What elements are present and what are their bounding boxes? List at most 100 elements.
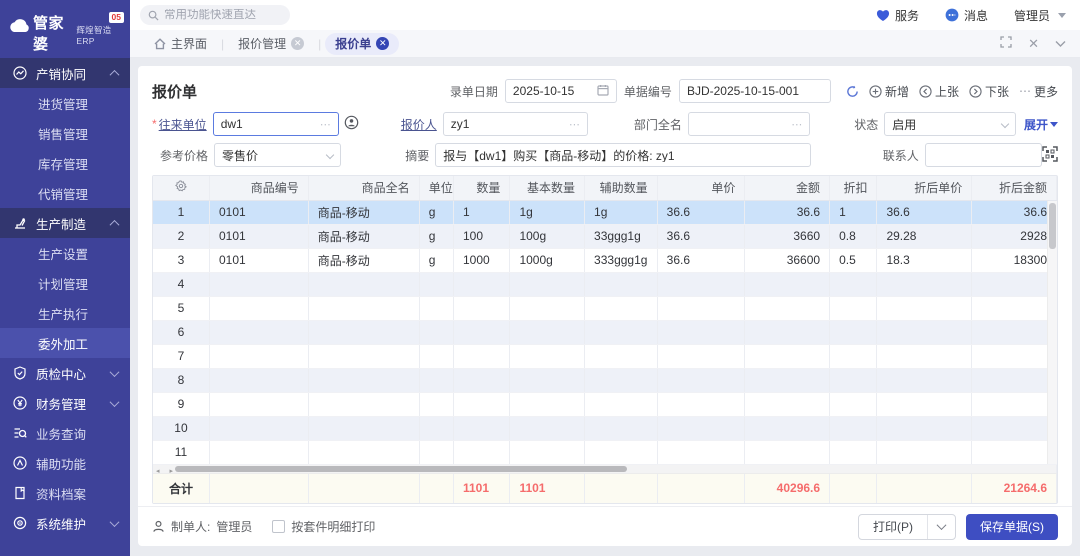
ellipsis-icon[interactable]: ⋯	[569, 118, 580, 131]
sidebar-item-计划管理[interactable]: 计划管理	[0, 268, 130, 298]
scrollbar-thumb[interactable]	[1049, 203, 1056, 249]
table-cell[interactable]: 1	[453, 200, 509, 224]
table-cell[interactable]: 2928	[972, 224, 1057, 248]
ellipsis-icon[interactable]: ⋯	[791, 118, 802, 131]
horizontal-scrollbar[interactable]: ◂ ▸	[153, 464, 1057, 473]
table-cell[interactable]	[453, 368, 509, 392]
table-cell[interactable]	[453, 272, 509, 296]
qr-scan-icon[interactable]	[1042, 146, 1058, 165]
table-cell[interactable]	[308, 296, 419, 320]
row-number[interactable]: 10	[153, 416, 209, 440]
table-row[interactable]: 30101商品-移动g10001000g333ggg1g36.6366000.5…	[153, 248, 1057, 272]
table-row[interactable]: 5	[153, 296, 1057, 320]
row-number[interactable]: 7	[153, 344, 209, 368]
next-button[interactable]: 下张	[969, 83, 1009, 100]
table-row[interactable]: 10101商品-移动g11g1g36.636.6136.636.6	[153, 200, 1057, 224]
row-number[interactable]: 3	[153, 248, 209, 272]
table-row[interactable]: 20101商品-移动g100100g33ggg1g36.636600.829.2…	[153, 224, 1057, 248]
table-cell[interactable]: 0.8	[830, 224, 877, 248]
table-cell[interactable]	[453, 296, 509, 320]
sidebar-item-业务查询[interactable]: 业务查询	[0, 418, 130, 448]
quick-search-input[interactable]	[164, 9, 274, 21]
table-cell[interactable]: 29.28	[877, 224, 972, 248]
docno-input[interactable]	[679, 79, 831, 103]
table-cell[interactable]	[972, 272, 1057, 296]
table-cell[interactable]: 18300	[972, 248, 1057, 272]
table-cell[interactable]	[419, 320, 453, 344]
table-cell[interactable]	[877, 416, 972, 440]
sidebar-item-代销管理[interactable]: 代销管理	[0, 178, 130, 208]
table-cell[interactable]	[830, 296, 877, 320]
refprice-select[interactable]: 零售价	[214, 143, 341, 167]
table-cell[interactable]	[209, 296, 308, 320]
table-cell[interactable]	[308, 320, 419, 344]
row-number[interactable]: 9	[153, 392, 209, 416]
table-cell[interactable]	[510, 368, 585, 392]
row-number[interactable]: 4	[153, 272, 209, 296]
sidebar-item-产销协同[interactable]: 产销协同	[0, 58, 130, 88]
table-cell[interactable]	[419, 440, 453, 464]
table-cell[interactable]	[419, 416, 453, 440]
table-cell[interactable]: 1g	[585, 200, 658, 224]
status-select[interactable]: 启用	[884, 112, 1016, 136]
table-cell[interactable]	[877, 320, 972, 344]
table-cell[interactable]	[510, 320, 585, 344]
tab-home[interactable]: 主界面	[144, 33, 217, 55]
quick-search[interactable]	[140, 5, 290, 25]
table-cell[interactable]	[745, 344, 830, 368]
calendar-icon[interactable]	[597, 84, 609, 99]
table-cell[interactable]	[745, 320, 830, 344]
sidebar-item-质检中心[interactable]: 质检中心	[0, 358, 130, 388]
partner-label[interactable]: 往来单位	[159, 116, 207, 133]
table-cell[interactable]	[972, 440, 1057, 464]
grid-settings-header[interactable]	[153, 176, 209, 200]
table-cell[interactable]	[830, 368, 877, 392]
table-cell[interactable]	[877, 368, 972, 392]
sidebar-item-进货管理[interactable]: 进货管理	[0, 88, 130, 118]
table-cell[interactable]	[877, 344, 972, 368]
tab-quotation-management[interactable]: 报价管理 ✕	[228, 33, 314, 55]
save-button[interactable]: 保存单据(S)	[966, 514, 1058, 540]
table-row[interactable]: 6	[153, 320, 1057, 344]
table-cell[interactable]	[585, 272, 658, 296]
vertical-scrollbar[interactable]	[1047, 201, 1057, 464]
table-cell[interactable]	[830, 320, 877, 344]
service-menu[interactable]: 服务	[876, 7, 919, 24]
table-cell[interactable]	[972, 344, 1057, 368]
row-number[interactable]: 8	[153, 368, 209, 392]
table-cell[interactable]	[510, 344, 585, 368]
table-cell[interactable]	[745, 296, 830, 320]
sidebar-item-销售管理[interactable]: 销售管理	[0, 118, 130, 148]
print-button[interactable]: 打印(P)	[859, 515, 927, 539]
table-cell[interactable]	[745, 440, 830, 464]
sidebar-item-生产制造[interactable]: 生产制造	[0, 208, 130, 238]
table-cell[interactable]	[585, 320, 658, 344]
table-cell[interactable]	[453, 344, 509, 368]
table-row[interactable]: 9	[153, 392, 1057, 416]
table-cell[interactable]	[972, 296, 1057, 320]
table-row[interactable]: 11	[153, 440, 1057, 464]
table-cell[interactable]: 0101	[209, 224, 308, 248]
expand-toggle[interactable]: 展开	[1024, 116, 1058, 133]
table-cell[interactable]	[972, 392, 1057, 416]
ellipsis-icon[interactable]: ⋯	[320, 118, 331, 131]
prev-button[interactable]: 上张	[919, 83, 959, 100]
table-cell[interactable]	[419, 344, 453, 368]
table-cell[interactable]	[585, 440, 658, 464]
table-cell[interactable]	[657, 320, 745, 344]
table-cell[interactable]	[972, 416, 1057, 440]
table-cell[interactable]	[657, 440, 745, 464]
table-cell[interactable]	[585, 368, 658, 392]
table-cell[interactable]: 1	[830, 200, 877, 224]
sidebar-item-生产执行[interactable]: 生产执行	[0, 298, 130, 328]
table-cell[interactable]: 36.6	[745, 200, 830, 224]
print-detail-checkbox[interactable]	[272, 520, 285, 533]
table-row[interactable]: 10	[153, 416, 1057, 440]
table-cell[interactable]: 0101	[209, 248, 308, 272]
date-input[interactable]	[505, 79, 617, 103]
table-cell[interactable]	[308, 392, 419, 416]
sidebar-item-财务管理[interactable]: 财务管理	[0, 388, 130, 418]
table-cell[interactable]	[510, 272, 585, 296]
sidebar-item-辅助功能[interactable]: 辅助功能	[0, 448, 130, 478]
contact-input[interactable]	[925, 143, 1042, 167]
